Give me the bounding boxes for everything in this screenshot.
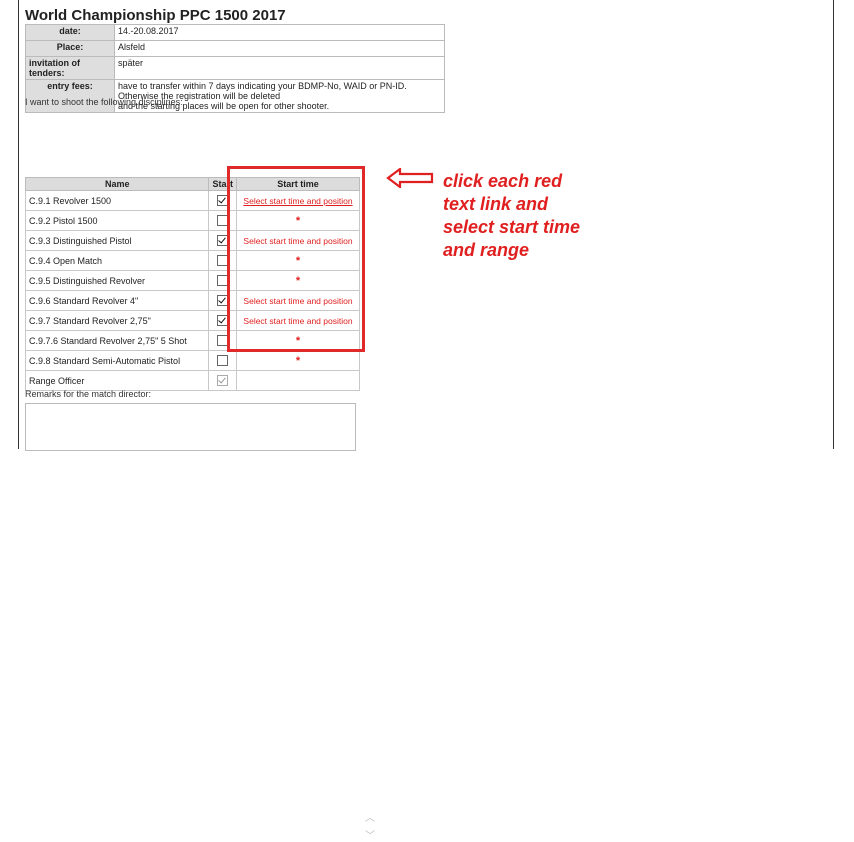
highlight-box (227, 166, 365, 352)
left-border (18, 0, 19, 449)
start-checkbox (217, 375, 229, 387)
place-value: Alsfeld (114, 40, 445, 57)
annotation-text: click each red text link and select star… (443, 170, 663, 262)
scroll-up-icon[interactable]: ︿ (364, 814, 376, 824)
table-row: C.9.8 Standard Semi-Automatic Pistol * (24, 350, 360, 371)
start-checkbox[interactable] (217, 355, 229, 367)
page-title: World Championship PPC 1500 2017 (25, 7, 286, 24)
discipline-name: C.9.8 Standard Semi-Automatic Pistol (24, 350, 210, 371)
intro-text: I want to shoot the following discipline… (25, 97, 183, 107)
fees-value: have to transfer within 7 days indicatin… (114, 79, 445, 113)
discipline-name: C.9.3 Distinguished Pistol (24, 230, 210, 251)
discipline-name: C.9.4 Open Match (24, 250, 210, 271)
tenders-label: invitation of tenders: (25, 56, 115, 80)
discipline-name: Range Officer (24, 370, 210, 391)
table-row: Range Officer (24, 370, 360, 391)
discipline-name: C.9.7.6 Standard Revolver 2,75" 5 Shot (24, 330, 210, 351)
remarks-textarea[interactable]: ︿ ﹀ (25, 403, 375, 842)
start-cell (208, 370, 237, 391)
required-marker: * (295, 354, 301, 367)
left-arrow-icon (386, 168, 434, 188)
date-label: date: (25, 24, 115, 41)
scroll-down-icon[interactable]: ﹀ (364, 832, 376, 842)
annotation-line: click each red (443, 171, 563, 191)
annotation-line: text link and (443, 194, 549, 214)
start-cell (208, 350, 237, 371)
annotation-line: and range (443, 240, 530, 260)
annotation-line: select start time (443, 217, 581, 237)
discipline-name: C.9.7 Standard Revolver 2,75" (24, 310, 210, 331)
discipline-name: C.9.1 Revolver 1500 (24, 190, 210, 211)
date-value: 14.-20.08.2017 (114, 24, 445, 41)
discipline-name: C.9.2 Pistol 1500 (24, 210, 210, 231)
right-border (833, 0, 834, 449)
column-header-name: Name (24, 177, 210, 191)
start-time-cell: * (236, 350, 360, 371)
place-label: Place: (25, 40, 115, 57)
fees-line: have to transfer within 7 days indicatin… (118, 81, 407, 91)
start-time-cell (236, 370, 360, 391)
discipline-name: C.9.6 Standard Revolver 4" (24, 290, 210, 311)
remarks-label: Remarks for the match director: (25, 389, 152, 399)
tenders-value: später (114, 56, 445, 80)
fees-label: entry fees: (25, 79, 115, 113)
discipline-name: C.9.5 Distinguished Revolver (24, 270, 210, 291)
